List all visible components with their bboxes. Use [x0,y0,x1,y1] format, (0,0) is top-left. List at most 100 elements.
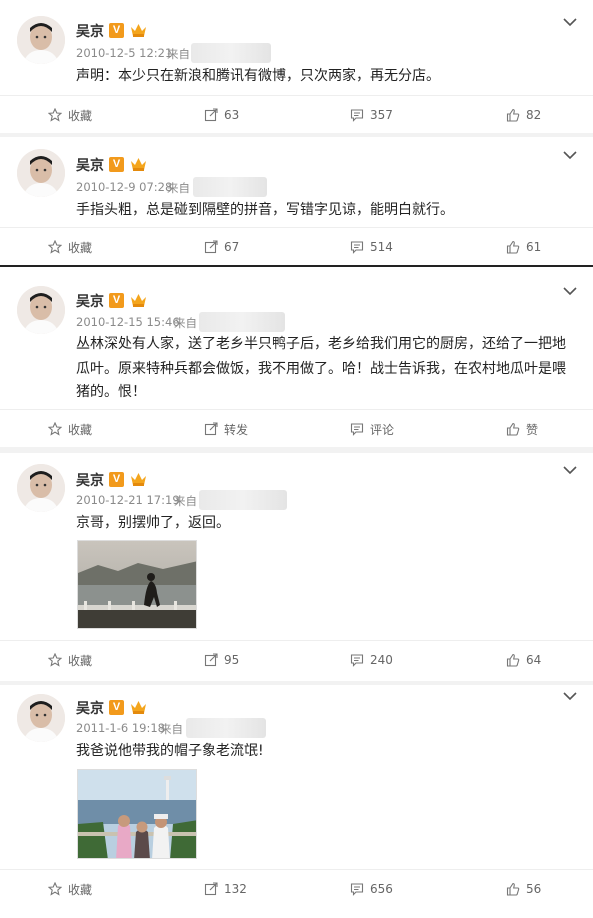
comment-button[interactable]: 240 [350,641,393,679]
comment-button[interactable]: 656 [350,870,393,908]
like-button[interactable]: 56 [506,870,541,908]
repost-button[interactable]: 67 [204,228,239,266]
user-name[interactable]: 吴京 [76,291,104,311]
post-date[interactable]: 2010-12-9 07:28 [76,180,172,194]
repost-label: 转发 [224,422,249,437]
post-actions: 收藏 转发 评论 赞 [0,409,593,447]
post-actions: 收藏 67 514 61 [0,227,593,265]
like-label: 赞 [526,422,539,437]
comment-icon [350,109,364,122]
comment-icon [350,654,364,667]
post-date[interactable]: 2010-12-5 12:21 [76,46,172,60]
avatar[interactable] [17,464,65,512]
source-prefix: 来自 [174,494,197,508]
repost-count: 132 [224,882,247,896]
favorite-button[interactable]: 收藏 [48,228,92,266]
repost-button[interactable]: 转发 [204,410,248,448]
favorite-button[interactable]: 收藏 [48,96,92,134]
post-4: 吴京 V 2010-12-21 17:19 来自 京哥，别摆帅了，返回。 收藏 … [0,453,593,681]
comment-icon [350,241,364,254]
source-redacted [191,43,271,63]
source-prefix: 来自 [167,181,190,195]
post-actions: 收藏 95 240 64 [0,640,593,678]
user-name[interactable]: 吴京 [76,21,104,41]
member-crown-icon [131,701,146,714]
user-name[interactable]: 吴京 [76,698,104,718]
like-button[interactable]: 64 [506,641,541,679]
post-1: 吴京 V 2010-12-5 12:21 来自 声明：本少只在新浪和腾讯有微博，… [0,0,593,133]
repost-icon [204,653,218,667]
like-count: 82 [526,108,542,122]
repost-icon [204,882,218,896]
verified-badge-icon: V [109,157,124,172]
chevron-down-icon[interactable] [562,16,578,28]
chevron-down-icon[interactable] [562,690,578,702]
post-actions: 收藏 132 656 56 [0,869,593,907]
comment-button[interactable]: 514 [350,228,393,266]
repost-icon [204,240,218,254]
user-name[interactable]: 吴京 [76,470,104,490]
source-prefix: 来自 [167,47,190,61]
post-actions: 收藏 63 357 82 [0,95,593,133]
favorite-label: 收藏 [68,653,93,668]
member-crown-icon [131,473,146,486]
like-button[interactable]: 赞 [506,410,538,448]
user-name[interactable]: 吴京 [76,155,104,175]
avatar[interactable] [17,694,65,742]
like-button[interactable]: 61 [506,228,541,266]
chevron-down-icon[interactable] [562,149,578,161]
favorite-button[interactable]: 收藏 [48,870,92,908]
star-icon [48,108,62,122]
repost-count: 63 [224,108,240,122]
star-icon [48,653,62,667]
repost-button[interactable]: 95 [204,641,239,679]
post-text: 手指头粗，总是碰到隔壁的拼音，写错字见谅，能明白就行。 [76,202,454,218]
repost-count: 95 [224,653,240,667]
favorite-label: 收藏 [68,240,93,255]
comment-icon [350,423,364,436]
verified-badge-icon: V [109,293,124,308]
repost-button[interactable]: 63 [204,96,239,134]
favorite-button[interactable]: 收藏 [48,641,92,679]
thumbs-up-icon [506,882,520,896]
avatar[interactable] [17,16,65,64]
post-photo[interactable] [77,540,197,629]
source-redacted [199,490,287,510]
source-prefix: 来自 [160,722,183,736]
star-icon [48,422,62,436]
comment-button[interactable]: 评论 [350,410,394,448]
avatar[interactable] [17,286,65,334]
comment-button[interactable]: 357 [350,96,393,134]
post-date[interactable]: 2011-1-6 19:18 [76,721,165,735]
thumbs-up-icon [506,108,520,122]
post-date[interactable]: 2010-12-15 15:46 [76,315,180,329]
post-date[interactable]: 2010-12-21 17:19 [76,493,180,507]
post-text: 我爸说他带我的帽子象老流氓! [76,743,264,759]
source-redacted [199,312,285,332]
chevron-down-icon[interactable] [562,285,578,297]
favorite-button[interactable]: 收藏 [48,410,92,448]
favorite-label: 收藏 [68,108,93,123]
like-count: 56 [526,882,542,896]
repost-button[interactable]: 132 [204,870,247,908]
thumbs-up-icon [506,240,520,254]
like-count: 61 [526,240,542,254]
member-crown-icon [131,294,146,307]
avatar[interactable] [17,149,65,197]
like-button[interactable]: 82 [506,96,541,134]
post-photo[interactable] [77,769,197,859]
post-3: 吴京 V 2010-12-15 15:46 来自 丛林深处有人家，送了老乡半只鸭… [0,267,593,447]
comment-label: 评论 [370,422,395,437]
repost-icon [204,108,218,122]
member-crown-icon [131,158,146,171]
post-2: 吴京 V 2010-12-9 07:28 来自 手指头粗，总是碰到隔壁的拼音，写… [0,137,593,264]
chevron-down-icon[interactable] [562,464,578,476]
post-text: 京哥，别摆帅了，返回。 [76,515,230,531]
comment-count: 357 [370,108,393,122]
comment-count: 656 [370,882,393,896]
source-redacted [193,177,267,197]
comment-icon [350,883,364,896]
post-text-line-3: 猪的。恨！ [76,384,146,400]
verified-badge-icon: V [109,700,124,715]
post-text-line-1: 丛林深处有人家，送了老乡半只鸭子后，老乡给我们用它的厨房，还给了一把地 [76,336,566,352]
